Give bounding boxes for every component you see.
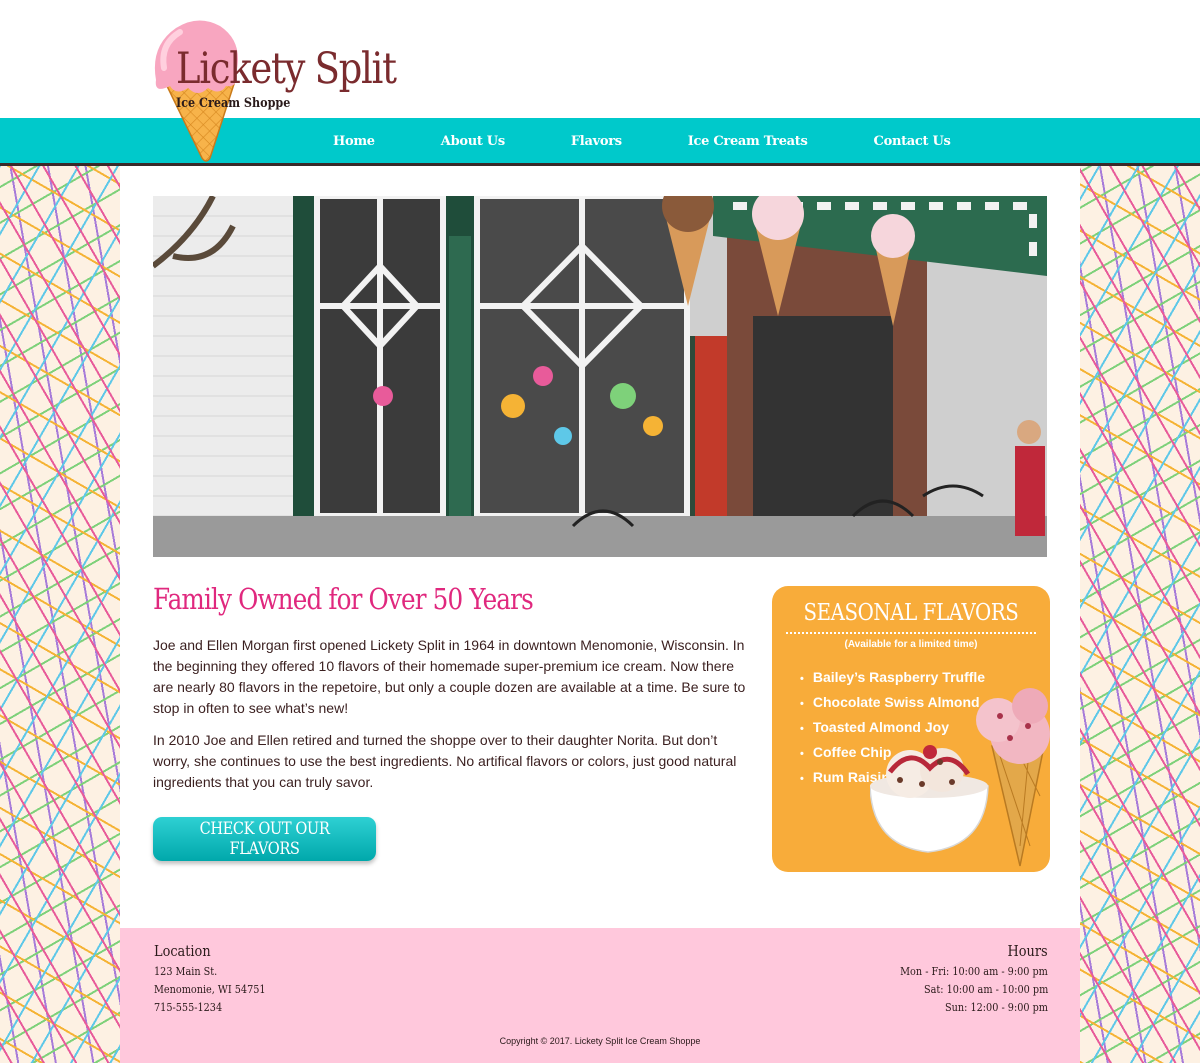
nav-home[interactable]: Home [300, 118, 408, 163]
main-nav: Home About Us Flavors Ice Cream Treats C… [300, 118, 984, 163]
footer: Location 123 Main St. Menomonie, WI 5475… [120, 928, 1080, 1063]
logo-title[interactable]: Lickety Split [176, 48, 397, 91]
seasonal-note: (Available for a limited time) [844, 639, 978, 650]
logo-subtitle: Ice Cream Shoppe [176, 96, 291, 111]
seasonal-flavors-box: Seasonal Flavors (Available for a limite… [772, 586, 1050, 872]
check-out-flavors-label: Check Out Our Flavors [199, 819, 330, 859]
nav-about-us[interactable]: About Us [408, 118, 538, 163]
address-line-2: Menomonie, WI 54751 [154, 983, 266, 996]
seasonal-title: Seasonal Flavors [772, 600, 1050, 626]
nav-ice-cream-treats[interactable]: Ice Cream Treats [655, 118, 841, 163]
intro-heading: Family Owned for Over 50 Years [153, 582, 534, 616]
hours-label: Hours [1007, 942, 1048, 960]
intro-paragraph-1: Joe and Ellen Morgan first opened Licket… [153, 637, 746, 716]
hours-weekday: Mon - Fri: 10:00 am - 9:00 pm [900, 965, 1048, 978]
seasonal-divider [786, 632, 1036, 634]
hours-sunday: Sun: 12:00 - 9:00 pm [945, 1001, 1048, 1014]
nav-contact-us[interactable]: Contact Us [841, 118, 984, 163]
intro-paragraph-2: In 2010 Joe and Ellen retired and turned… [153, 732, 737, 790]
main-content: Family Owned for Over 50 Years Joe and E… [120, 166, 1080, 928]
ice-cream-sundae-icon [870, 688, 1050, 867]
check-out-flavors-button[interactable]: Check Out Our Flavors [153, 817, 376, 861]
storefront-photo [153, 196, 1047, 557]
copyright: Copyright © 2017. Lickety Split Ice Crea… [499, 1036, 701, 1046]
nav-flavors[interactable]: Flavors [538, 118, 655, 163]
phone-number[interactable]: 715-555-1234 [154, 1001, 222, 1014]
address-line-1: 123 Main St. [154, 965, 218, 978]
seasonal-title-text: Seasonal Flavors [803, 600, 1019, 626]
hours-saturday: Sat: 10:00 am - 10:00 pm [923, 983, 1048, 996]
location-label: Location [154, 942, 211, 960]
